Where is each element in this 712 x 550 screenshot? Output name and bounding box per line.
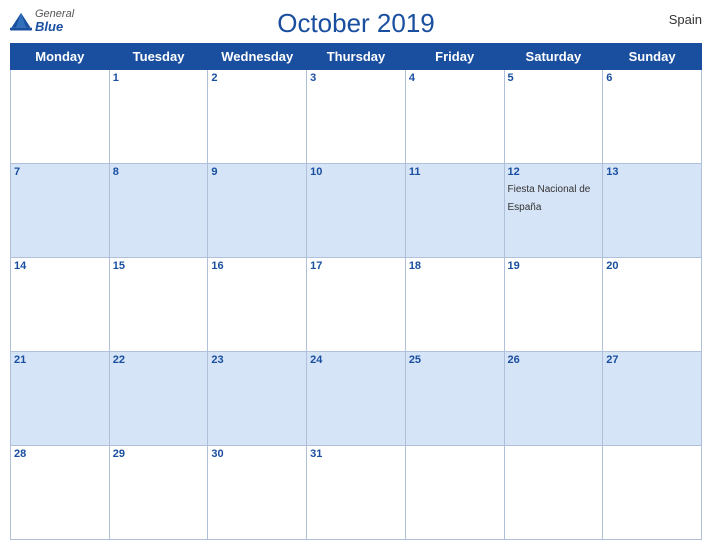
day-number: 1 (113, 72, 205, 84)
header-thursday: Thursday (307, 44, 406, 70)
days-header-row: Monday Tuesday Wednesday Thursday Friday… (11, 44, 702, 70)
day-number: 5 (508, 72, 600, 84)
day-number: 16 (211, 260, 303, 272)
day-cell: 2 (208, 70, 307, 164)
day-cell: 13 (603, 164, 702, 258)
day-number: 24 (310, 354, 402, 366)
day-number: 22 (113, 354, 205, 366)
day-cell: 20 (603, 258, 702, 352)
day-cell: 4 (405, 70, 504, 164)
logo-blue: Blue (35, 20, 63, 34)
day-number: 19 (508, 260, 600, 272)
day-cell: 15 (109, 258, 208, 352)
day-cell: 1 (109, 70, 208, 164)
day-cell: 21 (11, 352, 110, 446)
logo: General Blue (10, 8, 74, 34)
week-row-1: 0123456 (11, 70, 702, 164)
day-cell: 11 (405, 164, 504, 258)
day-number: 17 (310, 260, 402, 272)
week-row-5: 28293031000 (11, 446, 702, 540)
day-number: 7 (14, 166, 106, 178)
day-cell: 0 (603, 446, 702, 540)
day-cell: 0 (504, 446, 603, 540)
day-cell: 31 (307, 446, 406, 540)
day-cell: 26 (504, 352, 603, 446)
calendar-container: General Blue October 2019 Spain Monday T… (0, 0, 712, 550)
day-cell: 0 (11, 70, 110, 164)
header-tuesday: Tuesday (109, 44, 208, 70)
day-cell: 5 (504, 70, 603, 164)
day-cell: 14 (11, 258, 110, 352)
day-cell: 29 (109, 446, 208, 540)
day-cell: 10 (307, 164, 406, 258)
logo-text: General Blue (35, 8, 74, 34)
day-cell: 23 (208, 352, 307, 446)
header-friday: Friday (405, 44, 504, 70)
day-number: 25 (409, 354, 501, 366)
day-cell: 8 (109, 164, 208, 258)
day-number: 12 (508, 166, 600, 178)
day-number: 31 (310, 448, 402, 460)
country-label: Spain (669, 12, 702, 27)
day-cell: 28 (11, 446, 110, 540)
day-number: 21 (14, 354, 106, 366)
day-number: 23 (211, 354, 303, 366)
week-row-2: 789 10 11 12 Fiesta Nacional de España 13 (11, 164, 702, 258)
day-number: 29 (113, 448, 205, 460)
day-cell: 0 (405, 446, 504, 540)
day-number: 11 (409, 166, 501, 178)
week-row-4: 21 22 23 24 25 26 27 (11, 352, 702, 446)
day-number: 15 (113, 260, 205, 272)
day-cell: 19 (504, 258, 603, 352)
calendar-title: October 2019 (277, 8, 435, 39)
day-cell: 27 (603, 352, 702, 446)
header-monday: Monday (11, 44, 110, 70)
day-number: 18 (409, 260, 501, 272)
day-number: 6 (606, 72, 698, 84)
day-number: 14 (14, 260, 106, 272)
day-cell: 17 (307, 258, 406, 352)
day-number: 4 (409, 72, 501, 84)
day-cell: 25 (405, 352, 504, 446)
day-number: 3 (310, 72, 402, 84)
header-wednesday: Wednesday (208, 44, 307, 70)
day-number: 13 (606, 166, 698, 178)
day-cell: 16 (208, 258, 307, 352)
day-number: 27 (606, 354, 698, 366)
day-number: 9 (211, 166, 303, 178)
day-cell: 9 (208, 164, 307, 258)
day-cell: 22 (109, 352, 208, 446)
day-number: 30 (211, 448, 303, 460)
day-number: 2 (211, 72, 303, 84)
day-number: 28 (14, 448, 106, 460)
day-cell: 3 (307, 70, 406, 164)
header-sunday: Sunday (603, 44, 702, 70)
header-saturday: Saturday (504, 44, 603, 70)
event-label: Fiesta Nacional de España (508, 184, 591, 213)
day-number: 20 (606, 260, 698, 272)
day-cell: 30 (208, 446, 307, 540)
day-number: 10 (310, 166, 402, 178)
day-number: 8 (113, 166, 205, 178)
calendar-header: General Blue October 2019 Spain (10, 8, 702, 39)
day-cell: 6 (603, 70, 702, 164)
week-row-3: 14 15 16 17 18 19 20 (11, 258, 702, 352)
day-cell: 12 Fiesta Nacional de España (504, 164, 603, 258)
day-cell: 7 (11, 164, 110, 258)
day-number: 26 (508, 354, 600, 366)
logo-icon (10, 10, 32, 32)
day-cell: 24 (307, 352, 406, 446)
day-cell: 18 (405, 258, 504, 352)
calendar-table: Monday Tuesday Wednesday Thursday Friday… (10, 43, 702, 540)
